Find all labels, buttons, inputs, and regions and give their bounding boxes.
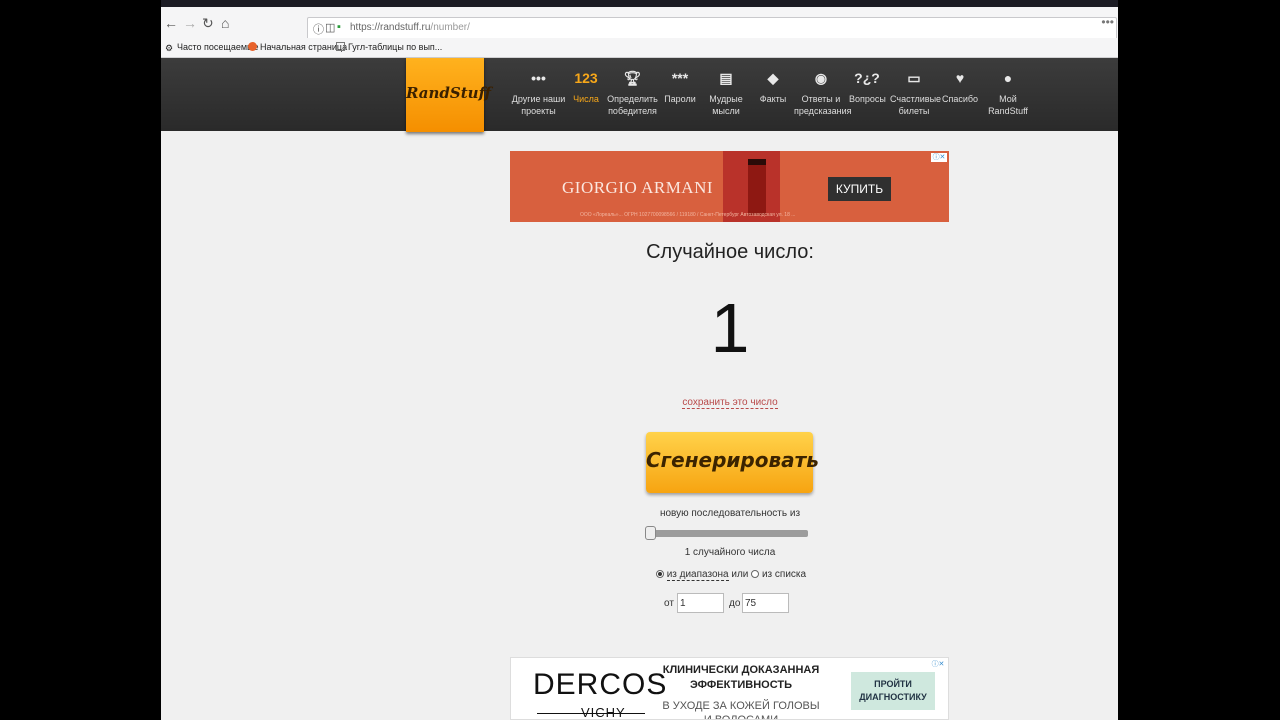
heart-icon: ♥ xyxy=(955,70,965,86)
nav-label: Факты xyxy=(759,94,787,104)
count-slider[interactable] xyxy=(645,526,808,540)
logo-text: RandStuff xyxy=(406,84,491,102)
eight-ball-icon: ◉ xyxy=(814,69,828,86)
nav-questions[interactable]: ?¿? Вопросы xyxy=(849,58,886,131)
exclamation-diamond-icon: ◆ xyxy=(767,69,779,86)
to-label: до xyxy=(729,598,741,609)
ad-body: В УХОДЕ ЗА КОЖЕЙ ГОЛОВЫ И ВОЛОСАМИ xyxy=(662,700,820,720)
firefox-icon xyxy=(248,42,257,51)
nav-answers[interactable]: ◉ Ответы и предсказания xyxy=(794,58,852,131)
browser-toolbar: ← → ↻ ⌂ ⓘ ◫ ▪ https://randstuff.ru/numbe… xyxy=(161,7,1118,40)
asterisks-icon: *** xyxy=(671,70,689,86)
ticket-icon: ▭ xyxy=(907,69,921,86)
home-icon[interactable]: ⌂ xyxy=(221,15,229,31)
address-bar[interactable]: ⓘ ◫ ▪ https://randstuff.ru/number/ xyxy=(307,17,1117,40)
ad-banner-top[interactable]: GIORGIO ARMANI КУПИТЬ ООО «Лореаль»... О… xyxy=(510,151,949,222)
mode-selector: из диапазона или из списка xyxy=(601,569,861,581)
radio-range[interactable] xyxy=(655,570,664,578)
bookmark-start-page[interactable]: Начальная страница xyxy=(248,42,347,52)
sequence-label: новую последовательность из xyxy=(659,508,801,519)
nav-label: Определить победителя xyxy=(607,94,658,116)
bookmark-google-sheets[interactable]: Гугл-таблицы по вып... xyxy=(336,42,442,52)
user-icon: ● xyxy=(1003,70,1013,86)
nav-my-randstuff[interactable]: ● Мой RandStuff xyxy=(987,58,1029,131)
ad-close-icon[interactable]: ⓘ✕ xyxy=(931,153,947,162)
bookmark-label: Часто посещаемые xyxy=(177,42,259,52)
ad-banner-bottom[interactable]: DERCOS VICHY КЛИНИЧЕСКИ ДОКАЗАННАЯ ЭФФЕК… xyxy=(510,657,949,720)
random-number: 1 xyxy=(710,289,750,367)
ad-buy-button[interactable]: КУПИТЬ xyxy=(828,177,891,201)
slider-handle[interactable] xyxy=(645,526,656,540)
lock-icon[interactable]: ▪ xyxy=(337,21,341,33)
bookmark-label: Начальная страница xyxy=(260,42,348,52)
window-top-edge xyxy=(161,0,1118,7)
bookmarks-bar: ⚙ Часто посещаемые Начальная страница Гуг… xyxy=(161,38,1118,58)
nav-other-projects[interactable]: ••• Другие наши проекты xyxy=(511,58,566,131)
ad-cta-button[interactable]: ПРОЙТИ ДИАГНОСТИКУ xyxy=(851,672,935,710)
range-to-input[interactable] xyxy=(742,593,789,613)
info-icon[interactable]: ⓘ xyxy=(313,21,324,37)
nav-passwords[interactable]: *** Пароли xyxy=(661,58,699,131)
nav-thanks[interactable]: ♥ Спасибо xyxy=(942,58,978,131)
nav-numbers[interactable]: 123 Числа xyxy=(568,58,604,131)
mode-range-label[interactable]: из диапазона xyxy=(666,569,729,581)
mode-list-label[interactable]: из списка xyxy=(762,569,806,580)
dots-icon: ••• xyxy=(531,70,546,86)
nav-label: Вопросы xyxy=(849,94,886,104)
bookmark-most-visited[interactable]: ⚙ Часто посещаемые xyxy=(165,42,259,53)
generate-button[interactable]: Сгенерировать xyxy=(646,432,819,493)
nav-label: Мой RandStuff xyxy=(988,94,1028,116)
nav-label: Числа xyxy=(573,94,599,104)
site-header: RandStuff ••• Другие наши проекты 123 Чи… xyxy=(161,58,1118,132)
nav-label: Спасибо xyxy=(942,94,979,104)
save-number-link-wrap: сохранить это число xyxy=(620,397,840,409)
book-icon: ▤ xyxy=(719,69,733,86)
radio-list[interactable] xyxy=(751,570,760,578)
nav-facts[interactable]: ◆ Факты xyxy=(753,58,793,131)
forward-arrow-icon[interactable]: → xyxy=(183,15,197,31)
bookmark-label: Гугл-таблицы по вып... xyxy=(348,42,443,52)
url-path: /number/ xyxy=(430,22,470,33)
ad-headline: КЛИНИЧЕСКИ ДОКАЗАННАЯ ЭФФЕКТИВНОСТЬ xyxy=(662,664,820,691)
range-inputs: от до xyxy=(664,593,804,613)
from-label: от xyxy=(664,598,674,609)
nav-winner[interactable]: 🏆︎ Определить победителя xyxy=(606,58,659,131)
ad-fine-print: ООО «Лореаль»... ОГРН 1027700098566 / 11… xyxy=(580,212,796,218)
ad-brand: DERCOS xyxy=(533,668,668,701)
trophy-icon: 🏆︎ xyxy=(623,69,642,86)
nav-label: Ответы и предсказания xyxy=(794,94,852,116)
nav-label: Счастливые билеты xyxy=(890,94,942,116)
mode-or-label: или xyxy=(731,569,749,580)
back-arrow-icon[interactable]: ← xyxy=(164,15,178,31)
nav-wise-thoughts[interactable]: ▤ Мудрые мысли xyxy=(703,58,749,131)
range-from-input[interactable] xyxy=(677,593,724,613)
nav-label: Другие наши проекты xyxy=(511,94,566,116)
nav-label: Мудрые мысли xyxy=(709,94,743,116)
count-label: 1 случайного числа xyxy=(684,547,776,558)
ad-brand: GIORGIO ARMANI xyxy=(562,178,714,197)
question-marks-icon: ?¿? xyxy=(854,70,880,86)
overflow-menu-icon[interactable]: ••• xyxy=(1101,15,1114,29)
ad-sub-brand: VICHY xyxy=(581,705,626,720)
folder-icon xyxy=(336,42,345,51)
url-text[interactable]: https://randstuff.ru/number/ xyxy=(350,22,470,33)
gear-icon: ⚙ xyxy=(165,43,174,53)
browser-window: ← → ↻ ⌂ ⓘ ◫ ▪ https://randstuff.ru/numbe… xyxy=(161,0,1118,720)
numbers-icon: 123 xyxy=(574,70,598,86)
reload-icon[interactable]: ↻ xyxy=(202,15,214,31)
shield-icon[interactable]: ◫ xyxy=(325,21,335,34)
save-number-link[interactable]: сохранить это число xyxy=(682,397,778,409)
url-host: https://randstuff.ru xyxy=(350,22,431,33)
nav-lucky-tickets[interactable]: ▭ Счастливые билеты xyxy=(890,58,942,131)
nav-label: Пароли xyxy=(664,94,696,104)
perfume-bottle xyxy=(748,159,766,215)
ad-close-icon[interactable]: ⓘ✕ xyxy=(930,660,946,669)
page-title: Случайное число: xyxy=(646,241,814,263)
site-logo[interactable]: RandStuff xyxy=(406,58,491,132)
